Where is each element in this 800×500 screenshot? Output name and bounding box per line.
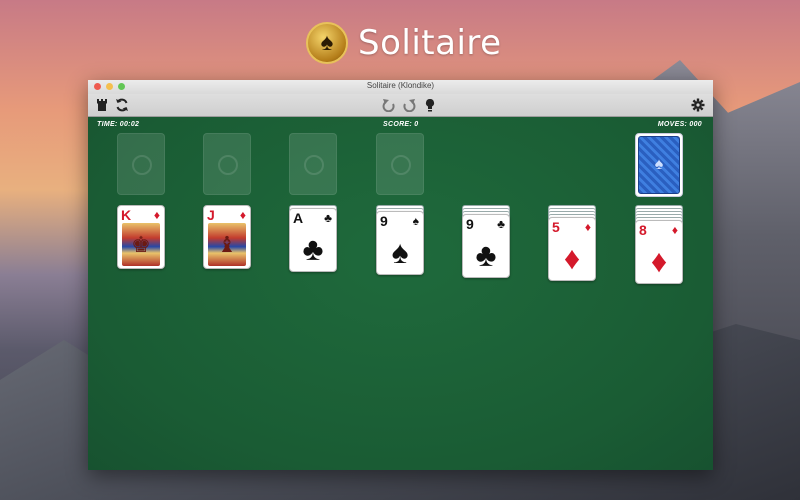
undo-icon[interactable]: [381, 97, 397, 113]
card-rank: J: [207, 207, 215, 223]
card-suit-icon: ♦: [585, 221, 591, 233]
card-suit-icon: ♦: [154, 209, 160, 221]
score-display: SCORE: 0: [383, 121, 418, 128]
card-suit-icon: ♠: [413, 215, 419, 227]
card-center-suit-icon: ♣: [290, 231, 336, 267]
tower-icon[interactable]: [94, 97, 110, 113]
tableau-card-5[interactable]: 9 ♣ ♣: [462, 214, 510, 278]
moves-display: MOVES: 000: [658, 121, 702, 128]
foundation-slot[interactable]: [376, 133, 424, 195]
card-rank: 9: [466, 216, 474, 232]
tableau-card-2[interactable]: J ♦ ♝: [203, 205, 251, 269]
spade-logo-icon: ♠: [306, 22, 348, 64]
window-title: Solitaire (Klondike): [88, 81, 713, 90]
card-rank: 9: [380, 213, 388, 229]
app-title: Solitaire: [358, 23, 502, 63]
card-suit-icon: ♣: [324, 212, 332, 224]
card-rank: A: [293, 210, 303, 226]
card-center-suit-icon: ♣: [463, 237, 509, 273]
tableau-card-4[interactable]: 9 ♠ ♠: [376, 211, 424, 275]
card-rank: 5: [552, 219, 560, 235]
redo-icon[interactable]: [401, 97, 417, 113]
refresh-icon[interactable]: [114, 97, 130, 113]
toolbar: [88, 94, 713, 117]
card-rank: K: [121, 207, 131, 223]
card-center-suit-icon: ♠: [377, 234, 423, 270]
tableau-card-3[interactable]: A ♣ ♣: [289, 208, 337, 272]
foundation-slot[interactable]: [289, 133, 337, 195]
gear-icon[interactable]: [690, 97, 706, 113]
tableau-card-7[interactable]: 8 ♦ ♦: [635, 220, 683, 284]
court-portrait-icon: ♝: [208, 223, 246, 266]
foundation-slot[interactable]: [117, 133, 165, 195]
card-back-spade-icon: ♠: [638, 136, 680, 194]
tableau-card-1[interactable]: K ♦ ♚: [117, 205, 165, 269]
court-portrait-icon: ♚: [122, 223, 160, 266]
card-rank: 8: [639, 222, 647, 238]
card-center-suit-icon: ♦: [636, 243, 682, 279]
game-window: Solitaire (Klondike) TIME: 00:02 SCORE: …: [88, 80, 713, 470]
card-table: TIME: 00:02 SCORE: 0 MOVES: 000 ♠ K ♦ ♚ J ♦ ♝…: [88, 117, 713, 470]
stock-pile[interactable]: ♠: [635, 133, 683, 197]
hint-icon[interactable]: [422, 97, 438, 113]
card-suit-icon: ♣: [497, 218, 505, 230]
time-display: TIME: 00:02: [97, 121, 139, 128]
card-suit-icon: ♦: [672, 224, 678, 236]
tableau-card-6[interactable]: 5 ♦ ♦: [548, 217, 596, 281]
card-suit-icon: ♦: [240, 209, 246, 221]
foundation-slot[interactable]: [203, 133, 251, 195]
card-center-suit-icon: ♦: [549, 240, 595, 276]
app-title-banner: ♠ Solitaire: [306, 20, 502, 66]
title-bar[interactable]: Solitaire (Klondike): [88, 80, 713, 94]
